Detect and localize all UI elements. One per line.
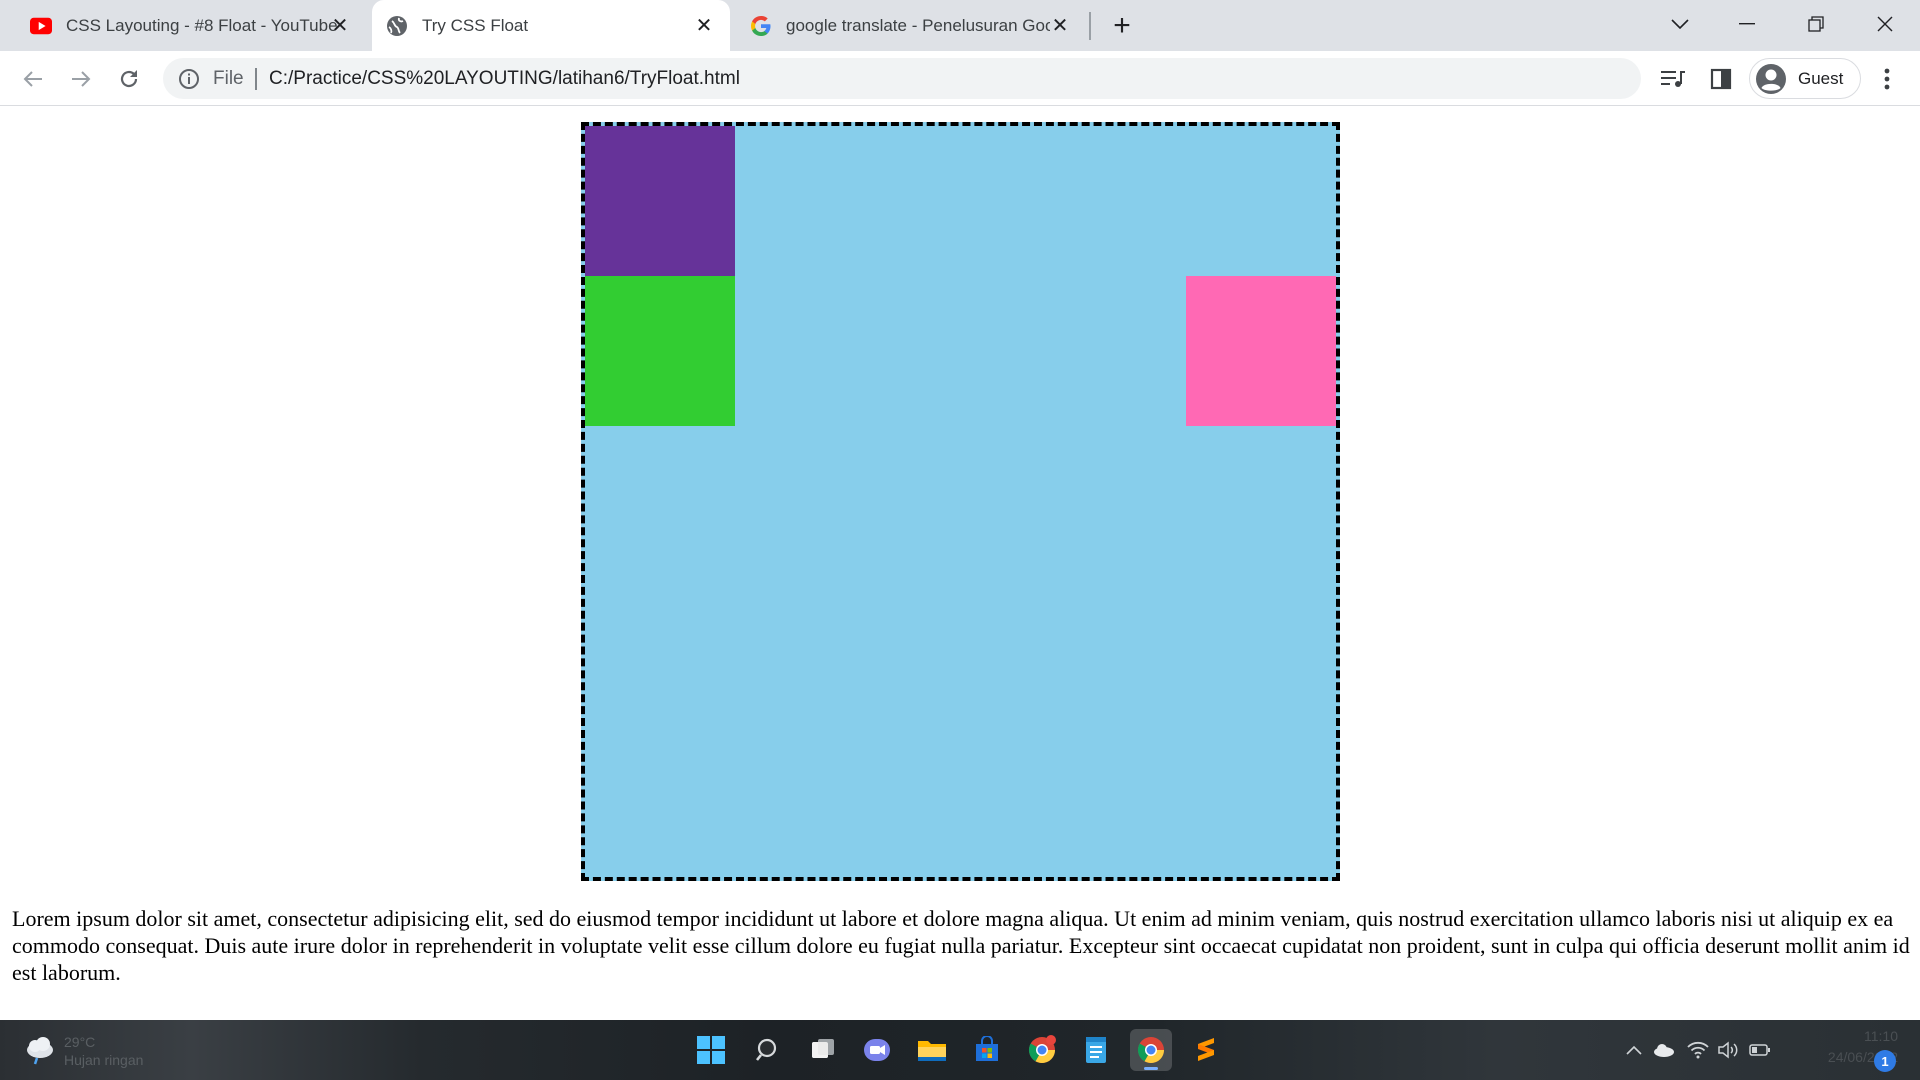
search-icon[interactable] bbox=[747, 1029, 789, 1071]
onedrive-cloud-icon[interactable] bbox=[1652, 1038, 1676, 1062]
media-queue-icon[interactable] bbox=[1658, 64, 1688, 94]
tab-try-css-float[interactable]: Try CSS Float ✕ bbox=[372, 0, 730, 51]
weather-condition: Hujan ringan bbox=[64, 1052, 144, 1068]
tab-title: CSS Layouting - #8 Float - YouTube bbox=[66, 15, 338, 35]
chevron-up-icon[interactable] bbox=[1622, 1038, 1646, 1062]
close-tab-icon[interactable]: ✕ bbox=[692, 13, 716, 37]
microsoft-store-icon[interactable] bbox=[966, 1029, 1008, 1071]
new-tab-button[interactable]: + bbox=[1108, 11, 1136, 41]
tab-strip: CSS Layouting - #8 Float - YouTube ✕ Try… bbox=[0, 0, 1920, 51]
float-container bbox=[581, 122, 1340, 881]
profile-name: Guest bbox=[1798, 69, 1844, 88]
more-menu-icon[interactable] bbox=[1872, 64, 1902, 94]
windows-taskbar: 29°C Hujan ringan 11:10 24/06/2022 1 bbox=[0, 1020, 1920, 1080]
chrome-icon[interactable] bbox=[1021, 1029, 1063, 1071]
side-panel-icon[interactable] bbox=[1706, 64, 1736, 94]
guest-avatar-icon bbox=[1755, 63, 1787, 95]
tab-search-chevron-icon[interactable] bbox=[1660, 6, 1700, 42]
youtube-icon bbox=[30, 15, 52, 37]
task-view-icon[interactable] bbox=[802, 1029, 844, 1071]
info-icon[interactable] bbox=[177, 67, 201, 91]
tab-separator bbox=[1089, 12, 1091, 40]
reload-icon[interactable] bbox=[114, 64, 144, 94]
google-g-icon bbox=[750, 15, 772, 37]
tab-title: Try CSS Float bbox=[422, 15, 529, 35]
browser-toolbar: File C:/Practice/CSS%20LAYOUTING/latihan… bbox=[0, 51, 1920, 106]
teams-chat-icon[interactable] bbox=[856, 1029, 898, 1071]
notification-badge[interactable]: 1 bbox=[1874, 1050, 1896, 1072]
close-tab-icon[interactable]: ✕ bbox=[328, 13, 352, 37]
notepad-icon[interactable] bbox=[1075, 1029, 1117, 1071]
pink-float-box bbox=[1186, 276, 1336, 426]
profile-button[interactable]: Guest bbox=[1749, 58, 1861, 99]
volume-icon[interactable] bbox=[1716, 1038, 1740, 1062]
sublime-text-icon[interactable] bbox=[1185, 1029, 1227, 1071]
wifi-icon[interactable] bbox=[1686, 1038, 1710, 1062]
forward-arrow-icon[interactable] bbox=[66, 64, 96, 94]
clock-time[interactable]: 11:10 bbox=[1838, 1028, 1898, 1044]
tab-youtube[interactable]: CSS Layouting - #8 Float - YouTube ✕ bbox=[16, 0, 366, 51]
globe-icon bbox=[386, 15, 408, 37]
weather-widget[interactable]: 29°C Hujan ringan bbox=[22, 1032, 162, 1072]
back-arrow-icon[interactable] bbox=[18, 64, 48, 94]
page-viewport: Lorem ipsum dolor sit amet, consectetur … bbox=[0, 107, 1920, 1020]
url-scheme-label: File bbox=[213, 68, 244, 89]
battery-icon[interactable] bbox=[1748, 1038, 1772, 1062]
minimize-icon[interactable] bbox=[1727, 6, 1767, 42]
weather-temperature: 29°C bbox=[64, 1034, 96, 1050]
url-separator bbox=[255, 68, 257, 90]
active-app-indicator bbox=[1144, 1067, 1158, 1070]
file-explorer-icon[interactable] bbox=[911, 1029, 953, 1071]
tab-title: google translate - Penelusuran Goog bbox=[786, 15, 1050, 35]
green-float-box bbox=[585, 276, 735, 426]
address-bar[interactable]: File C:/Practice/CSS%20LAYOUTING/latihan… bbox=[163, 58, 1641, 99]
restore-icon[interactable] bbox=[1796, 6, 1836, 42]
close-window-icon[interactable] bbox=[1865, 6, 1905, 42]
chrome-icon[interactable] bbox=[1130, 1029, 1172, 1071]
rain-cloud-icon bbox=[22, 1036, 58, 1066]
close-tab-icon[interactable]: ✕ bbox=[1048, 13, 1072, 37]
tab-google-translate[interactable]: google translate - Penelusuran Goog ✕ bbox=[736, 0, 1086, 51]
windows-start-icon[interactable] bbox=[690, 1029, 732, 1071]
purple-float-box bbox=[585, 126, 735, 276]
url-text[interactable]: C:/Practice/CSS%20LAYOUTING/latihan6/Try… bbox=[269, 58, 740, 99]
lorem-paragraph: Lorem ipsum dolor sit amet, consectetur … bbox=[12, 906, 1910, 985]
